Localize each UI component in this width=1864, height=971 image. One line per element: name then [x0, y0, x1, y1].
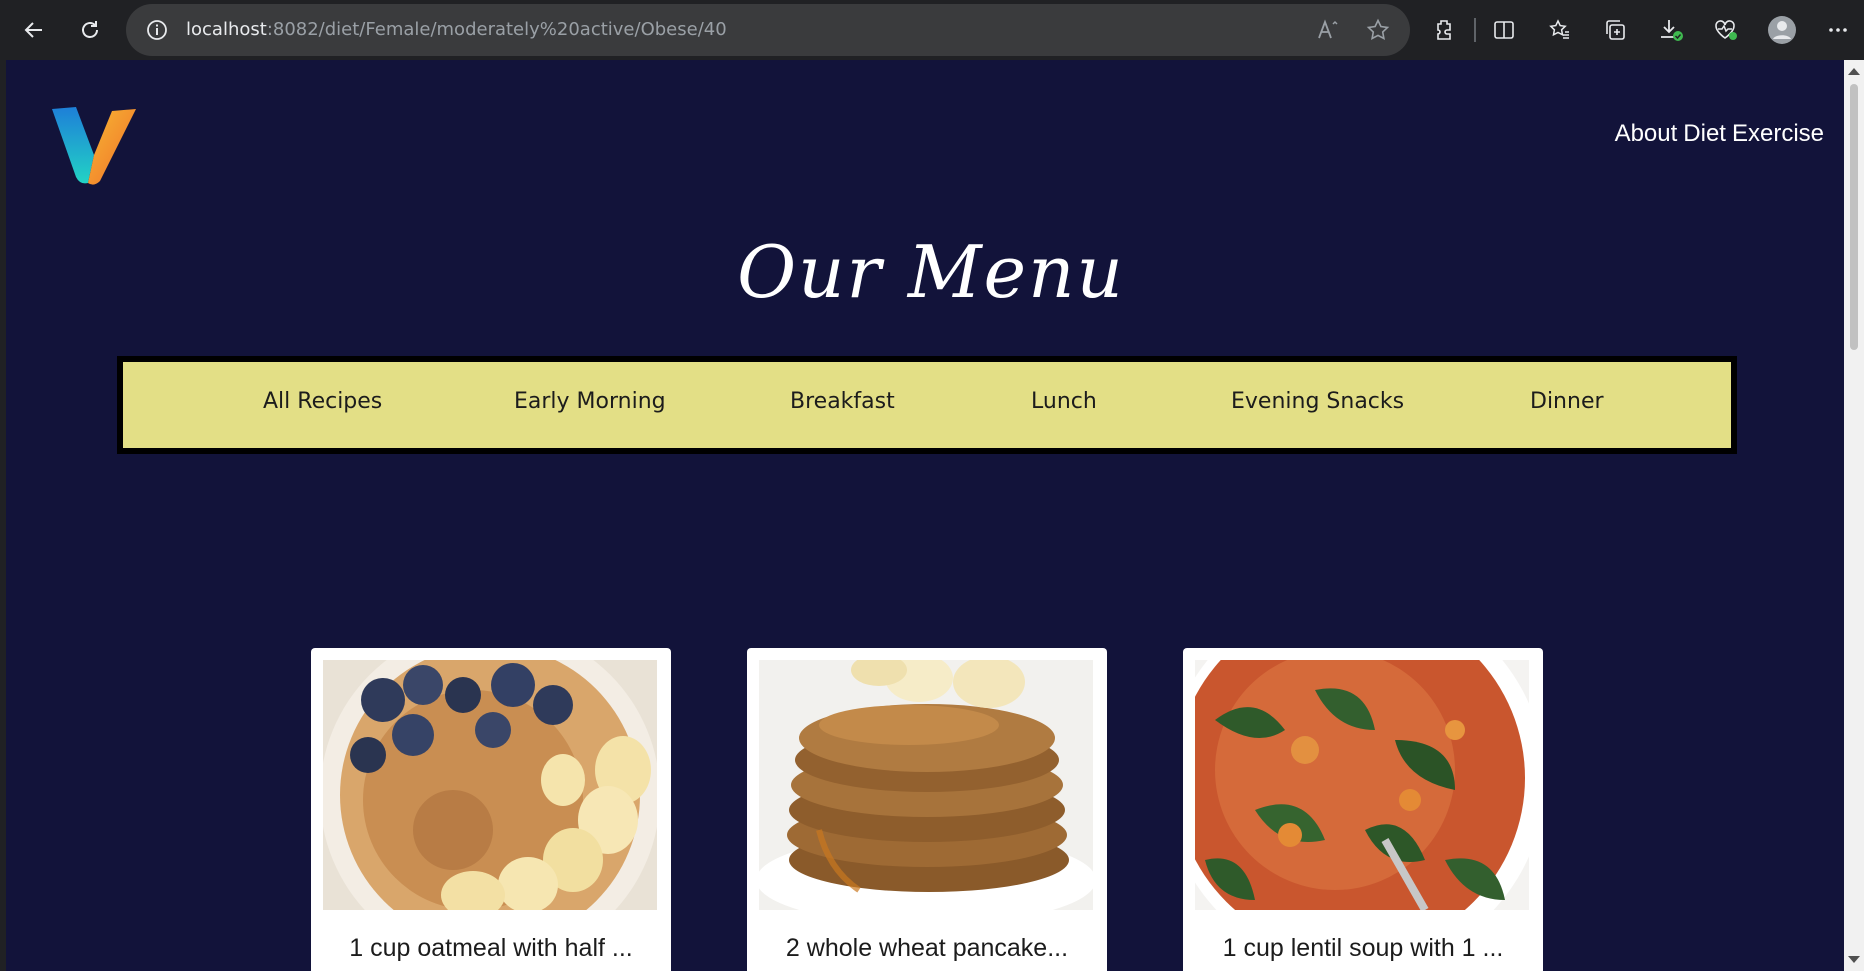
recipe-card[interactable]: 1 cup oatmeal with half ... — [311, 648, 671, 971]
category-evening-snacks[interactable]: Evening Snacks — [1231, 389, 1404, 414]
nav-link-exercise[interactable]: Exercise — [1732, 120, 1824, 147]
nav-link-diet[interactable]: Diet — [1683, 120, 1726, 147]
back-icon[interactable] — [14, 10, 54, 50]
category-breakfast[interactable]: Breakfast — [790, 389, 895, 414]
recipe-image-pancakes — [759, 660, 1093, 910]
downloads-icon[interactable] — [1651, 10, 1691, 50]
refresh-icon[interactable] — [70, 10, 110, 50]
category-dinner[interactable]: Dinner — [1530, 389, 1604, 414]
category-lunch[interactable]: Lunch — [1031, 389, 1097, 414]
scroll-down-icon[interactable] — [1848, 956, 1860, 963]
recipe-image-oatmeal — [323, 660, 657, 910]
recipe-title[interactable]: 1 cup oatmeal with half ... — [311, 934, 671, 963]
browser-toolbar: localhost:8082/diet/Female/moderately%20… — [0, 0, 1864, 60]
site-logo[interactable] — [50, 105, 140, 187]
read-aloud-icon[interactable] — [1316, 18, 1340, 47]
toolbar-divider — [1474, 18, 1476, 42]
scroll-up-icon[interactable] — [1848, 68, 1860, 75]
performance-icon[interactable] — [1706, 10, 1746, 50]
url-text[interactable]: localhost:8082/diet/Female/moderately%20… — [186, 19, 727, 40]
address-bar[interactable]: localhost:8082/diet/Female/moderately%20… — [126, 4, 1410, 56]
page-viewport: About Diet Exercise Our Menu All Recipes E… — [6, 60, 1844, 971]
more-icon[interactable] — [1818, 10, 1858, 50]
url-host: localhost — [186, 19, 267, 40]
main-nav: About Diet Exercise — [1609, 120, 1824, 148]
menu-title: Our Menu — [737, 230, 1125, 314]
collections-icon[interactable] — [1595, 10, 1635, 50]
category-all-recipes[interactable]: All Recipes — [263, 389, 382, 414]
split-screen-icon[interactable] — [1484, 10, 1524, 50]
page-scrollbar[interactable] — [1844, 60, 1864, 971]
url-path: :8082/diet/Female/moderately%20active/Ob… — [266, 19, 727, 40]
recipe-card[interactable]: 1 cup lentil soup with 1 ... — [1183, 648, 1543, 971]
category-filter-bar: All Recipes Early Morning Breakfast Lunc… — [117, 356, 1737, 454]
recipe-title[interactable]: 2 whole wheat pancake... — [747, 934, 1107, 963]
favorites-icon[interactable] — [1540, 10, 1580, 50]
profile-icon[interactable] — [1762, 10, 1802, 50]
info-icon[interactable] — [146, 19, 168, 46]
nav-link-about[interactable]: About — [1615, 120, 1678, 147]
recipe-card[interactable]: 2 whole wheat pancake... — [747, 648, 1107, 971]
scrollbar-thumb[interactable] — [1850, 84, 1858, 350]
extensions-icon[interactable] — [1424, 10, 1464, 50]
recipe-title[interactable]: 1 cup lentil soup with 1 ... — [1183, 934, 1543, 963]
recipe-image-lentil-soup — [1195, 660, 1529, 910]
category-early-morning[interactable]: Early Morning — [514, 389, 666, 414]
favorite-star-icon[interactable] — [1366, 18, 1390, 47]
